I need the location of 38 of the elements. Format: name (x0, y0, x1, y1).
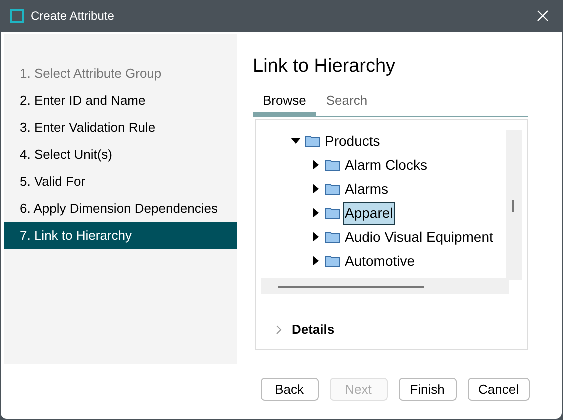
dialog-button[interactable]: Back (260, 378, 319, 401)
step-item[interactable]: 6. Apply Dimension Dependencies (4, 195, 237, 222)
tree-item[interactable]: Alarm Clocks (343, 154, 430, 176)
step-item[interactable]: 5. Valid For (4, 168, 237, 195)
chevron-right-icon (276, 324, 282, 335)
close-button[interactable] (535, 8, 551, 24)
tab[interactable]: Search (316, 90, 378, 116)
step-item[interactable]: 3. Enter Validation Rule (4, 114, 237, 141)
window-title: Create Attribute (31, 8, 114, 25)
details-toggle[interactable]: Details (276, 320, 527, 340)
collapse-arrow-icon[interactable] (291, 136, 301, 146)
expand-arrow-icon[interactable] (311, 232, 321, 242)
page-heading: Link to Hierarchy (253, 55, 397, 79)
step-item[interactable]: 2. Enter ID and Name (4, 87, 237, 114)
expand-arrow-icon[interactable] (311, 256, 321, 266)
expand-arrow-icon[interactable] (311, 160, 321, 170)
app-icon (10, 9, 24, 23)
dialog-button[interactable]: Cancel (468, 378, 530, 401)
folder-icon (325, 255, 340, 267)
vertical-scrollbar[interactable] (506, 130, 522, 280)
tree-item[interactable]: Apparel (343, 202, 396, 224)
expand-arrow-icon[interactable] (311, 184, 321, 194)
folder-icon (325, 231, 340, 243)
folder-icon (325, 207, 340, 219)
tree-item[interactable]: Automotive (343, 250, 418, 272)
folder-icon (325, 183, 340, 195)
tab[interactable]: Browse (253, 90, 316, 116)
close-icon (537, 10, 549, 22)
step-item[interactable]: 4. Select Unit(s) (4, 141, 237, 168)
tree-item[interactable]: Products (323, 130, 382, 152)
step-item[interactable]: 7. Link to Hierarchy (4, 222, 237, 249)
tree-item[interactable]: Audio Visual Equipment (343, 226, 496, 248)
folder-icon (305, 135, 320, 147)
horizontal-scrollbar[interactable] (261, 278, 509, 294)
folder-icon (325, 159, 340, 171)
expand-arrow-icon[interactable] (311, 208, 321, 218)
dialog-button[interactable]: Finish (398, 378, 457, 401)
tree-item[interactable]: Alarms (343, 178, 391, 200)
